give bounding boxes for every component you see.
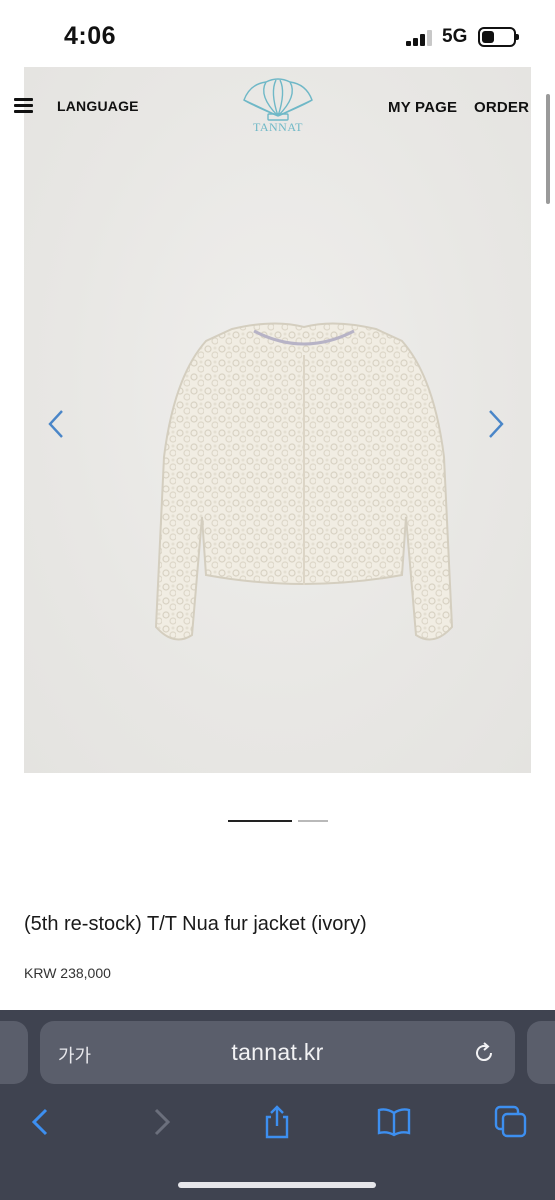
product-price: KRW 238,000 [24, 965, 111, 981]
url-text[interactable]: tannat.kr [40, 1039, 515, 1066]
previous-tab-preview[interactable] [0, 1021, 28, 1084]
next-image-arrow-icon[interactable] [484, 407, 508, 441]
home-indicator [178, 1182, 376, 1188]
gallery-page-indicator-active[interactable] [228, 820, 292, 822]
battery-icon [478, 27, 519, 47]
gallery-page-indicator[interactable] [298, 820, 328, 822]
status-time: 4:06 [64, 22, 117, 50]
jacket-image [154, 322, 454, 641]
product-title: (5th re-stock) T/T Nua fur jacket (ivory… [24, 913, 367, 935]
network-label: 5G [442, 26, 468, 47]
reload-icon[interactable] [472, 1041, 496, 1065]
product-image[interactable] [24, 67, 531, 773]
back-icon[interactable] [24, 1105, 58, 1139]
language-link[interactable]: LANGUAGE [57, 98, 139, 114]
shell-logo-icon [243, 78, 313, 121]
bookmarks-icon[interactable] [377, 1105, 411, 1139]
next-tab-preview[interactable] [527, 1021, 555, 1084]
previous-image-arrow-icon[interactable] [44, 407, 68, 441]
browser-toolbar: 가가 tannat.kr [0, 1010, 555, 1200]
address-bar[interactable]: 가가 tannat.kr [40, 1021, 515, 1084]
site-logo[interactable]: TANNAT [236, 78, 320, 136]
tabs-icon[interactable] [494, 1105, 528, 1139]
signal-icon [406, 30, 434, 46]
status-bar: 4:06 5G [0, 0, 555, 66]
menu-icon[interactable] [14, 98, 33, 114]
logo-text: TANNAT [252, 120, 304, 134]
order-link[interactable]: ORDER [474, 99, 529, 116]
forward-icon[interactable] [144, 1105, 178, 1139]
my-page-link[interactable]: MY PAGE [388, 99, 457, 116]
share-icon[interactable] [260, 1105, 294, 1139]
page-scrollbar[interactable] [546, 94, 550, 204]
